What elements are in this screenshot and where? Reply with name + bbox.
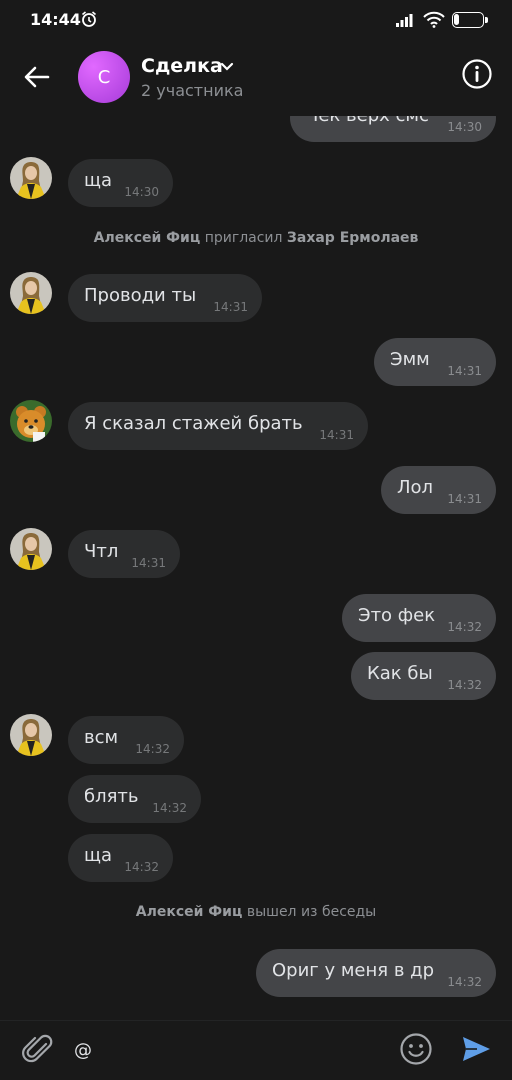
message-incoming[interactable]: ща 14:30 xyxy=(68,159,173,207)
chat-member-count: 2 участника xyxy=(141,81,244,100)
avatar-photo xyxy=(10,714,52,756)
wifi-icon xyxy=(423,11,445,28)
message-incoming[interactable]: ща 14:32 xyxy=(68,834,173,882)
chat-header: С Сделка 2 участника xyxy=(0,40,512,116)
message-text: Чтл xyxy=(84,541,119,562)
chat-avatar[interactable]: С xyxy=(78,51,130,103)
info-icon[interactable] xyxy=(461,58,493,90)
message-time: 14:31 xyxy=(447,492,482,506)
send-icon[interactable] xyxy=(460,1034,492,1064)
sender-avatar[interactable] xyxy=(10,400,52,442)
sender-avatar[interactable] xyxy=(10,714,52,756)
battery-icon: 17 xyxy=(452,12,484,28)
message-text: ща xyxy=(84,170,112,191)
message-text: блять xyxy=(84,786,139,807)
message-text: Как бы xyxy=(367,663,433,684)
system-message: Алексей Фиц вышел из беседы xyxy=(0,904,512,920)
system-target[interactable]: Захар Ермолаев xyxy=(287,230,418,246)
message-time: 14:31 xyxy=(447,364,482,378)
avatar-photo xyxy=(10,272,52,314)
message-incoming[interactable]: Я сказал стажей брать 14:31 xyxy=(68,402,368,450)
message-composer xyxy=(0,1020,512,1080)
chevron-down-icon[interactable] xyxy=(220,62,234,72)
message-list[interactable]: Чек верх смс 14:30 ща 14:30 Алексей Фиц … xyxy=(0,116,512,1020)
message-incoming[interactable]: всм 14:32 xyxy=(68,716,184,764)
battery-tip xyxy=(485,17,488,23)
chat-avatar-letter: С xyxy=(97,66,111,88)
message-time: 14:31 xyxy=(213,300,248,314)
message-text: Эмм xyxy=(390,349,430,370)
status-time: 14:44 xyxy=(30,10,81,29)
avatar-photo xyxy=(10,400,52,442)
message-time: 14:32 xyxy=(447,620,482,634)
alarm-icon xyxy=(81,11,97,27)
message-time: 14:32 xyxy=(124,860,159,874)
chat-title[interactable]: Сделка xyxy=(141,55,223,77)
signal-icon xyxy=(396,14,413,27)
system-action: пригласил xyxy=(204,230,283,246)
message-text: Чек верх смс xyxy=(306,116,429,126)
message-incoming[interactable]: блять 14:32 xyxy=(68,775,201,823)
system-message: Алексей Фиц пригласил Захар Ермолаев xyxy=(0,230,512,246)
sender-avatar[interactable] xyxy=(10,528,52,570)
message-text: всм xyxy=(84,727,119,748)
message-time: 14:31 xyxy=(319,428,354,442)
message-text: Я сказал стажей брать xyxy=(84,413,303,434)
message-time: 14:32 xyxy=(152,801,187,815)
message-time: 14:30 xyxy=(124,185,159,199)
status-bar: 14:44 17 xyxy=(0,0,512,40)
message-outgoing[interactable]: Это фек 14:32 xyxy=(342,594,496,642)
message-outgoing[interactable]: Как бы 14:32 xyxy=(351,652,496,700)
message-outgoing[interactable]: Лол 14:31 xyxy=(381,466,496,514)
sender-avatar[interactable] xyxy=(10,272,52,314)
message-incoming[interactable]: Проводи ты 14:31 xyxy=(68,274,262,322)
message-time: 14:32 xyxy=(135,742,170,756)
message-outgoing[interactable]: Чек верх смс 14:30 xyxy=(290,116,496,142)
message-input[interactable] xyxy=(74,1035,374,1065)
message-text: Проводи ты xyxy=(84,285,197,306)
message-text: Ориг у меня в др xyxy=(272,960,435,981)
message-time: 14:32 xyxy=(447,678,482,692)
avatar-photo xyxy=(10,528,52,570)
message-time: 14:30 xyxy=(447,120,482,134)
message-outgoing[interactable]: Ориг у меня в др 14:32 xyxy=(256,949,496,997)
message-time: 14:31 xyxy=(131,556,166,570)
battery-percent: 17 xyxy=(460,12,476,25)
message-text: ща xyxy=(84,845,112,866)
avatar-photo xyxy=(10,157,52,199)
paperclip-icon[interactable] xyxy=(22,1032,54,1066)
sender-avatar[interactable] xyxy=(10,157,52,199)
system-actor[interactable]: Алексей Фиц xyxy=(94,230,201,246)
message-text: Лол xyxy=(397,477,434,498)
system-actor[interactable]: Алексей Фиц xyxy=(136,904,243,920)
system-action: вышел из беседы xyxy=(246,904,377,920)
message-time: 14:32 xyxy=(447,975,482,989)
message-text: Это фек xyxy=(358,605,436,626)
back-arrow-icon[interactable] xyxy=(20,60,54,94)
message-outgoing[interactable]: Эмм 14:31 xyxy=(374,338,496,386)
message-incoming[interactable]: Чтл 14:31 xyxy=(68,530,180,578)
emoji-icon[interactable] xyxy=(399,1032,433,1066)
